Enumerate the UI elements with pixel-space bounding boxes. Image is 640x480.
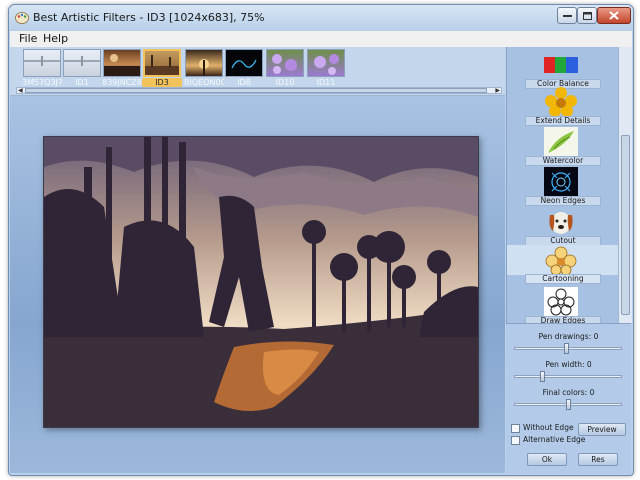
flower-icon [545, 87, 577, 117]
scrollbar-thumb[interactable] [25, 88, 487, 93]
thumbnail-label: 839JNCZ8 [102, 78, 142, 87]
watercolor-icon [544, 127, 578, 157]
thumbnail-label: 3M57Q3J7 [22, 78, 62, 87]
menu-help[interactable]: Help [43, 32, 68, 45]
filter-label: Cartooning [525, 274, 601, 284]
slider-knob[interactable] [540, 371, 545, 382]
menu-bar: File Help [10, 31, 632, 47]
pen-drawings-label: Pen drawings: 0 [538, 332, 599, 341]
cutout-dog-icon [549, 212, 573, 234]
final-colors-label: Final colors: 0 [542, 388, 595, 397]
thumbnail-image[interactable] [103, 49, 141, 77]
thumbnail-preview [231, 59, 257, 69]
thumbnail-label: ID11 [316, 78, 336, 87]
cartoon-flower-icon [545, 246, 577, 276]
filtered-image[interactable] [43, 136, 479, 428]
thumbnail-label: ID1 [75, 78, 89, 87]
thumbnail-preview [272, 54, 297, 74]
filter-label: Watercolor [525, 156, 601, 166]
scroll-right-icon[interactable]: ▶ [495, 88, 500, 94]
pen-width-slider[interactable] [514, 371, 622, 382]
title-bar[interactable]: Best Artistic Filters - ID3 [1024x683], … [9, 5, 633, 31]
image-canvas [10, 96, 505, 473]
thumbnail-label: BIQEON0C [184, 78, 224, 87]
pen-drawings-slider[interactable] [514, 343, 622, 354]
window-title: Best Artistic Filters - ID3 [1024x683], … [33, 11, 265, 24]
draw-edges-icon [544, 287, 578, 317]
thumbnail-scrollbar[interactable]: ◀ ▶ [16, 87, 502, 94]
maximize-button[interactable] [577, 7, 597, 24]
without-edge-label: Without Edge [523, 423, 574, 432]
alternative-edge-checkbox[interactable] [511, 436, 520, 445]
thumbnail-preview [104, 54, 140, 76]
thumbnail-label: ID3 [142, 78, 182, 87]
thumbnail-image-selected[interactable] [143, 49, 181, 77]
thumbnail-strip: 3M57Q3J7 ID1 839JNCZ8 ID3 BIQEON0C ID8 I… [10, 47, 505, 96]
thumbnail-image[interactable] [307, 49, 345, 77]
final-colors-slider[interactable] [514, 399, 622, 410]
filter-label: Extend Details [525, 116, 601, 126]
thumbnail-image[interactable] [63, 49, 101, 77]
filter-scrollbar[interactable] [618, 47, 632, 323]
thumbnail-image[interactable] [185, 49, 223, 77]
thumbnail-preview [64, 56, 100, 66]
menu-file[interactable]: File [19, 32, 37, 45]
thumbnail-preview [24, 56, 60, 66]
alternative-edge-label: Alternative Edge [523, 435, 586, 444]
maximize-icon [582, 11, 592, 20]
thumbnail-preview [314, 54, 339, 75]
thumbnail-preview [145, 55, 179, 75]
thumbnail-label: ID8 [237, 78, 251, 87]
minimize-icon [562, 14, 572, 17]
minimize-button[interactable] [557, 7, 577, 24]
thumbnail-image[interactable] [23, 49, 61, 77]
slider-knob[interactable] [564, 343, 569, 354]
filter-cartooning[interactable]: Cartooning [507, 245, 619, 284]
reset-button[interactable]: Res [578, 453, 618, 466]
thumbnail-label: ID10 [275, 78, 295, 87]
pen-width-label: Pen width: 0 [545, 360, 592, 369]
filter-label: Neon Edges [525, 196, 601, 206]
slider-knob[interactable] [566, 399, 571, 410]
close-button[interactable] [597, 7, 631, 24]
thumbnail-image[interactable] [225, 49, 263, 77]
app-window: Best Artistic Filters - ID3 [1024x683], … [8, 4, 634, 476]
scroll-left-icon[interactable]: ◀ [18, 88, 23, 94]
thumbnail-image[interactable] [266, 49, 304, 77]
ok-button[interactable]: Ok [527, 453, 567, 466]
thumbnail-preview [199, 59, 209, 76]
close-icon [609, 11, 619, 20]
app-palette-icon [15, 12, 29, 24]
without-edge-checkbox[interactable] [511, 424, 520, 433]
scrollbar-thumb[interactable] [621, 135, 630, 315]
settings-panel: Pen drawings: 0 Pen width: 0 Final color… [506, 323, 631, 474]
neon-edges-icon [544, 167, 578, 197]
